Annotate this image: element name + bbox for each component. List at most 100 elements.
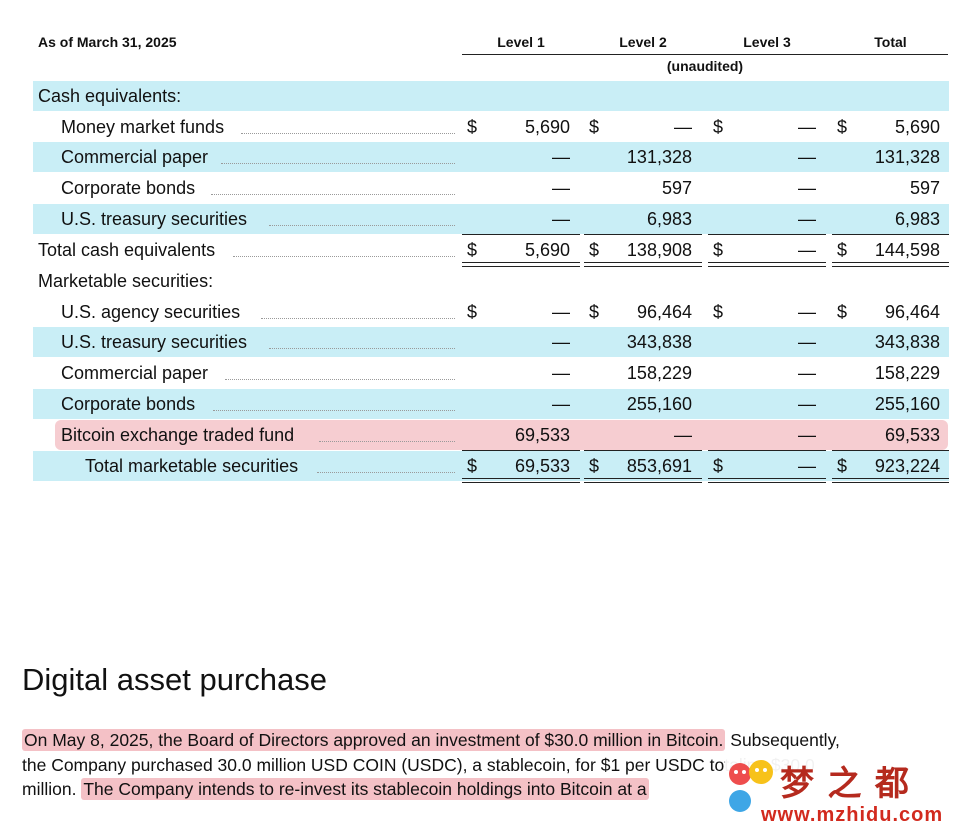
cell-level-3: — xyxy=(798,456,816,476)
row-label: U.S. treasury securities xyxy=(61,332,248,352)
total-double-rule xyxy=(584,478,702,483)
cell-level-1: — xyxy=(552,147,570,167)
total-double-rule xyxy=(832,262,949,267)
cell-total: 144,598 xyxy=(874,240,940,260)
cell-total: 131,328 xyxy=(874,147,940,167)
cell-level-1 xyxy=(470,266,570,296)
table-row-us-agency-securities: U.S. agency securities $ — $96,464 $ — $96,464 xyxy=(33,297,949,327)
total-double-rule xyxy=(462,478,580,483)
total-double-rule xyxy=(708,262,826,267)
row-label: U.S. agency securities xyxy=(61,302,241,322)
cell-level-2: 853,691 xyxy=(626,456,692,476)
cell-total: 158,229 xyxy=(874,363,940,383)
cell-level-2: 138,908 xyxy=(626,240,692,260)
cell-level-2: 158,229 xyxy=(626,363,692,383)
row-label: Money market funds xyxy=(61,117,225,137)
dot-leader xyxy=(221,163,455,164)
table-row-marketable-securities-header: Marketable securities: xyxy=(33,266,949,296)
row-label: Bitcoin exchange traded fund xyxy=(61,425,295,445)
table-row-total-marketable-securities: Total marketable securities $69,533 $853,6… xyxy=(33,451,949,481)
total-double-rule xyxy=(832,478,949,483)
cell-level-1: — xyxy=(552,302,570,322)
subtotal-rule xyxy=(832,450,949,451)
cell-total: 5,690 xyxy=(894,117,940,137)
cell-level-3: — xyxy=(798,178,816,198)
dot-leader xyxy=(269,225,455,226)
line1-rest: Subsequently, xyxy=(725,730,840,750)
table-row-commercial-paper-cash: Commercial paper — 131,328 — 131,328 xyxy=(33,142,949,172)
row-label: Cash equivalents: xyxy=(38,86,182,106)
cell-total: 69,533 xyxy=(884,425,940,445)
cell-level-2: 6,983 xyxy=(646,209,692,229)
dot-leader xyxy=(233,256,455,257)
cell-level-2: — xyxy=(674,425,692,445)
cell-level-3: — xyxy=(798,425,816,445)
dot-leader xyxy=(317,472,455,473)
cell-level-1 xyxy=(470,81,570,111)
table-row-commercial-paper-marketable: Commercial paper — 158,229 — 158,229 xyxy=(33,358,949,388)
cell-level-3 xyxy=(716,81,816,111)
table-row-us-treasury-cash: U.S. treasury securities — 6,983 — 6,983 xyxy=(33,204,949,234)
cell-total: 255,160 xyxy=(874,394,940,414)
row-label: Commercial paper xyxy=(61,147,209,167)
cell-total xyxy=(840,266,940,296)
dot-leader xyxy=(319,441,455,442)
cell-level-2: 96,464 xyxy=(636,302,692,322)
column-header-level-1: Level 1 xyxy=(497,34,545,50)
subtotal-rule xyxy=(584,234,702,235)
dot-leader xyxy=(225,379,455,380)
cell-level-3 xyxy=(716,266,816,296)
unaudited-label: (unaudited) xyxy=(666,58,744,74)
table-row-total-cash-equivalents: Total cash equivalents $5,690 $138,908 $ — $1… xyxy=(33,235,949,265)
table-row-corporate-bonds-marketable: Corporate bonds — 255,160 — 255,160 xyxy=(33,389,949,419)
subtotal-rule xyxy=(832,234,949,235)
dot-leader xyxy=(261,318,455,319)
highlight-board-approval: On May 8, 2025, the Board of Directors a… xyxy=(22,729,726,751)
cell-level-1: 5,690 xyxy=(524,117,570,137)
total-double-rule xyxy=(462,262,580,267)
row-label: Marketable securities: xyxy=(38,271,214,291)
cell-level-3: — xyxy=(798,332,816,352)
subtotal-rule xyxy=(462,450,580,451)
row-label: Commercial paper xyxy=(61,363,209,383)
cell-total xyxy=(840,81,940,111)
cell-level-2 xyxy=(592,81,692,111)
cell-level-2: 343,838 xyxy=(626,332,692,352)
row-label: U.S. treasury securities xyxy=(61,209,248,229)
cell-level-3: — xyxy=(798,302,816,322)
cell-level-1: — xyxy=(552,394,570,414)
watermark: 梦 之 都 www.mzhidu.com xyxy=(725,756,975,834)
table-row-money-market-funds: Money market funds $5,690 $ — $ — $5,690 xyxy=(33,112,949,142)
row-label: Corporate bonds xyxy=(61,394,196,414)
as-of-date: As of March 31, 2025 xyxy=(38,34,177,50)
cell-total: 343,838 xyxy=(874,332,940,352)
column-header-level-2: Level 2 xyxy=(619,34,667,50)
subtotal-rule xyxy=(708,450,826,451)
cell-level-3: — xyxy=(798,394,816,414)
cell-level-1: 69,533 xyxy=(514,456,570,476)
cell-level-1: 5,690 xyxy=(524,240,570,260)
dot-leader xyxy=(269,348,455,349)
watermark-chinese-text: 梦 之 都 xyxy=(780,765,911,803)
cell-total: 597 xyxy=(909,178,940,198)
cell-total: 923,224 xyxy=(874,456,940,476)
dot-leader xyxy=(213,410,455,411)
row-label: Total cash equivalents xyxy=(38,240,216,260)
cell-level-1: — xyxy=(552,332,570,352)
total-double-rule xyxy=(584,262,702,267)
cell-level-2: — xyxy=(674,117,692,137)
paragraph-line-1: On May 8, 2025, the Board of Directors a… xyxy=(22,728,972,753)
cell-level-1: — xyxy=(552,178,570,198)
table-row-corporate-bonds-cash: Corporate bonds — 597 — 597 xyxy=(33,173,949,203)
cell-level-3: — xyxy=(798,147,816,167)
cell-level-3: — xyxy=(798,363,816,383)
table-row-bitcoin-etf: Bitcoin exchange traded fund 69,533 — — 69,5… xyxy=(55,420,948,450)
cell-level-2: 255,160 xyxy=(626,394,692,414)
cell-level-1: — xyxy=(552,363,570,383)
watermark-url: www.mzhidu.com xyxy=(761,804,944,826)
table-row-us-treasury-marketable: U.S. treasury securities — 343,838 — 343,838 xyxy=(33,327,949,357)
subtotal-rule xyxy=(462,234,580,235)
subtotal-rule xyxy=(584,450,702,451)
section-heading: Digital asset purchase xyxy=(22,662,327,697)
cell-level-3: — xyxy=(798,240,816,260)
